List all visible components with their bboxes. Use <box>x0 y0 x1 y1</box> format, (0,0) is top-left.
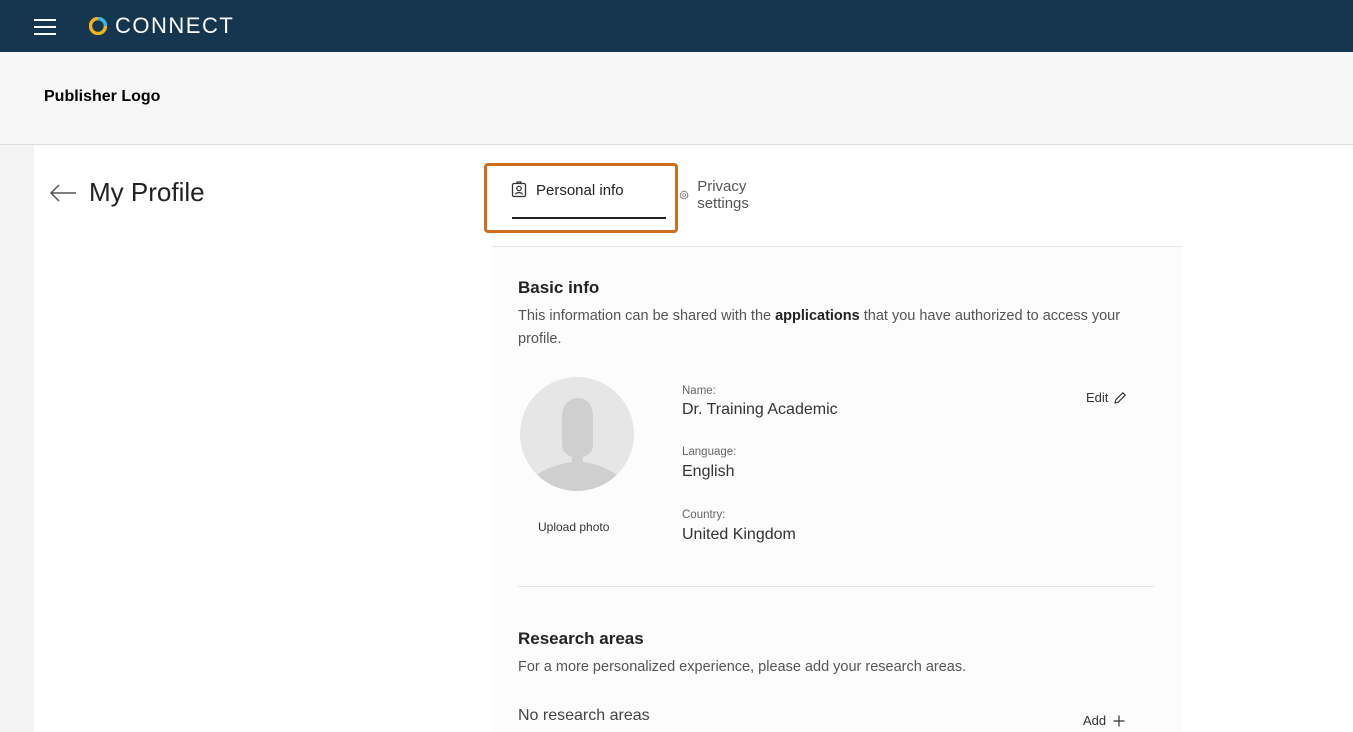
research-areas-description: For a more personalized experience, plea… <box>518 659 967 675</box>
edit-button[interactable]: Edit <box>1086 390 1127 405</box>
user-silhouette-icon <box>531 398 623 491</box>
tab-label: Personal info <box>536 181 624 199</box>
language-value: English <box>682 463 735 480</box>
pencil-icon <box>1114 391 1127 404</box>
add-research-area-button[interactable]: Add <box>1083 713 1125 728</box>
personal-info-card: Basic info This information can be share… <box>492 247 1182 732</box>
tab-personal-info[interactable]: Personal info <box>484 163 678 233</box>
basic-info-description: This information can be shared with the … <box>518 308 1121 347</box>
add-label: Add <box>1083 713 1107 728</box>
main-content: My Profile Personal info Privacy setting… <box>34 145 1353 732</box>
tab-privacy-settings[interactable]: Privacy settings <box>679 178 757 212</box>
upload-photo-link[interactable]: Upload photo <box>538 520 609 534</box>
country-value: United Kingdom <box>682 526 796 543</box>
avatar[interactable] <box>520 377 634 491</box>
empty-research-areas: No research areas <box>518 707 650 724</box>
language-label: Language: <box>682 446 737 458</box>
basic-info-title: Basic info <box>518 278 600 297</box>
id-badge-icon <box>511 181 527 198</box>
brand-name: CONNECT <box>115 13 235 38</box>
publisher-bar: Publisher Logo <box>0 52 1353 145</box>
hamburger-menu-icon[interactable] <box>34 19 56 35</box>
connect-logo-icon <box>89 17 107 35</box>
section-divider <box>518 586 1154 587</box>
back-link[interactable]: My Profile <box>49 177 205 208</box>
publisher-logo: Publisher Logo <box>44 88 161 105</box>
research-areas-title: Research areas <box>518 629 644 648</box>
applications-link[interactable]: applications <box>775 308 860 324</box>
name-value: Dr. Training Academic <box>682 401 838 418</box>
page-title: My Profile <box>89 177 205 207</box>
arrow-left-icon <box>49 183 76 202</box>
brand[interactable]: CONNECT <box>89 13 234 39</box>
name-label: Name: <box>682 385 716 397</box>
gear-icon <box>679 190 689 200</box>
plus-icon <box>1113 715 1125 726</box>
active-tab-indicator <box>512 217 666 219</box>
country-label: Country: <box>682 509 726 521</box>
tab-label: Privacy settings <box>697 178 749 212</box>
top-app-bar: CONNECT <box>0 0 1353 52</box>
edit-label: Edit <box>1086 390 1109 405</box>
